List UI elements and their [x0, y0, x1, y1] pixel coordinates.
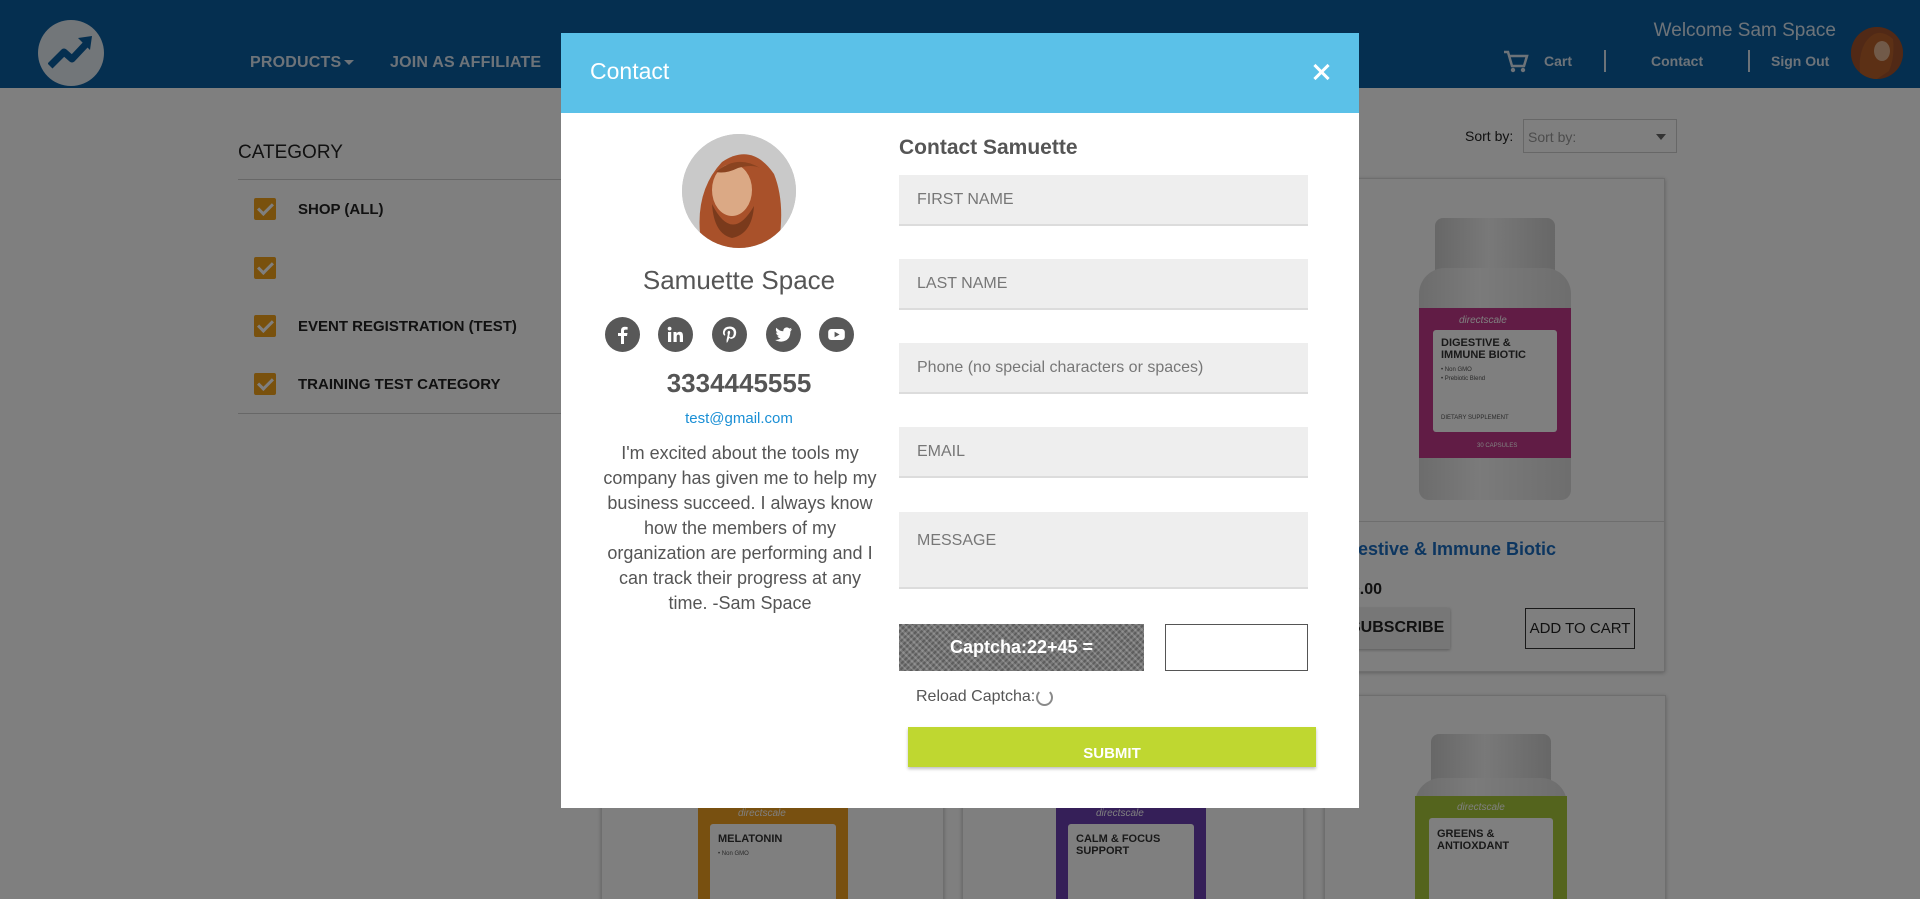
message-field[interactable] [899, 512, 1308, 589]
linkedin-icon[interactable] [658, 317, 693, 352]
message-input[interactable] [899, 512, 1308, 587]
form-title: Contact Samuette [899, 136, 1078, 159]
modal-header: Contact [561, 33, 1359, 113]
profile-email-link[interactable]: test@gmail.com [561, 410, 917, 427]
first-name-input[interactable] [899, 175, 1308, 224]
last-name-input[interactable] [899, 259, 1308, 308]
reload-icon[interactable] [1036, 689, 1053, 706]
reload-captcha-label: Reload Captcha: [916, 688, 1036, 705]
facebook-icon[interactable] [605, 317, 640, 352]
profile-avatar [682, 134, 796, 248]
close-icon[interactable] [1307, 58, 1335, 86]
contact-modal: Contact Samuette Space 3334445555 test@g… [561, 33, 1359, 808]
pinterest-icon[interactable] [712, 317, 747, 352]
submit-button[interactable]: SUBMIT [908, 727, 1316, 767]
email-field[interactable] [899, 427, 1308, 478]
modal-title: Contact [590, 58, 670, 84]
phone-input[interactable] [899, 343, 1308, 392]
profile-bio: I'm excited about the tools my company h… [603, 443, 877, 613]
captcha-image: Captcha:22+45 = [899, 624, 1144, 671]
captcha-input[interactable] [1165, 624, 1308, 671]
last-name-field[interactable] [899, 259, 1308, 310]
profile-phone: 3334445555 [666, 368, 812, 398]
phone-field[interactable] [899, 343, 1308, 394]
twitter-icon[interactable] [766, 317, 801, 352]
email-input[interactable] [899, 427, 1308, 476]
profile-name: Samuette Space [642, 265, 836, 295]
youtube-icon[interactable] [819, 317, 854, 352]
first-name-field[interactable] [899, 175, 1308, 226]
